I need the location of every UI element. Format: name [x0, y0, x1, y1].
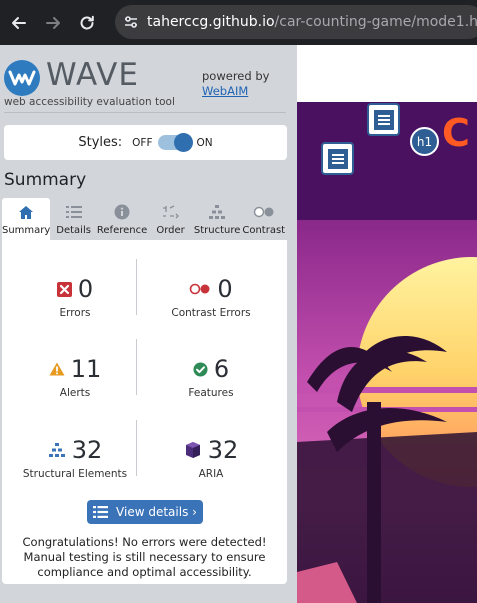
summary-title: Summary [4, 170, 87, 190]
errors-label: Errors [59, 307, 91, 319]
contrast-errors-stat[interactable]: 0 Contrast Errors [138, 274, 284, 319]
view-details-label: View details › [116, 505, 197, 519]
url-path: /car-counting-game/mode1.html [274, 14, 477, 30]
tab-label: Summary [2, 225, 51, 236]
tab-label: Structure [193, 225, 241, 236]
back-arrow-icon [12, 16, 26, 29]
list-icon [93, 506, 109, 518]
info-icon [114, 204, 130, 220]
alerts-stat[interactable]: 11 Alerts [10, 354, 140, 399]
view-details-button[interactable]: View details › [87, 500, 203, 524]
wave-tabs: Summary Details Reference Order Structur… [2, 198, 287, 240]
synthwave-background [297, 102, 477, 603]
structural-label: Structural Elements [22, 468, 128, 480]
heading-h1-badge[interactable]: h1 [410, 127, 439, 156]
wave-sidebar: WAVE web accessibility evaluation tool p… [0, 45, 297, 603]
site-settings-button[interactable] [123, 10, 139, 34]
forward-arrow-icon [46, 16, 60, 29]
aria-count: 32 [207, 436, 239, 464]
aria-label: ARIA [198, 468, 224, 480]
back-button[interactable] [2, 6, 36, 40]
aria-stat[interactable]: 32 ARIA [138, 435, 284, 480]
browser-toolbar: taherccg.github.io/car-counting-game/mod… [0, 0, 477, 45]
tab-order[interactable]: Order [147, 198, 194, 240]
list-icon [65, 206, 82, 218]
contrast-errors-count: 0 [217, 275, 233, 303]
wave-logo-icon [4, 60, 40, 96]
tab-reference[interactable]: Reference [97, 198, 147, 240]
feature-check-icon [193, 362, 208, 376]
alert-icon [49, 362, 65, 376]
reload-icon [80, 15, 94, 29]
errors-count: 0 [77, 275, 94, 303]
aria-cube-icon [185, 442, 200, 458]
features-stat[interactable]: 6 Features [138, 354, 284, 399]
contrast-icon [253, 206, 274, 218]
address-bar[interactable]: taherccg.github.io/car-counting-game/mod… [115, 5, 477, 39]
structural-count: 32 [71, 436, 103, 464]
list-icon [327, 148, 348, 169]
toggle-knob [173, 133, 193, 152]
list-icon [373, 109, 394, 130]
synthwave-scene [297, 102, 477, 603]
wave-logo-subtitle: web accessibility evaluation tool [4, 96, 175, 108]
features-count: 6 [213, 355, 230, 383]
contrast-errors-label: Contrast Errors [171, 307, 251, 319]
url-host: taherccg.github.io [147, 14, 275, 30]
congrats-message: Congratulations! No errors were detected… [22, 535, 267, 579]
tab-summary[interactable]: Summary [2, 198, 51, 240]
summary-panel: 0 Errors 0 Contrast Errors 11 Alerts 6 F… [2, 240, 287, 584]
styles-toggle[interactable] [157, 133, 193, 152]
error-icon [56, 281, 72, 297]
styles-toggle-box: Styles: OFF ON [4, 125, 287, 160]
styles-off-label: OFF [132, 136, 153, 149]
webaim-link[interactable]: WebAIM [202, 84, 248, 98]
errors-stat[interactable]: 0 Errors [10, 274, 140, 319]
alerts-label: Alerts [59, 387, 91, 399]
reload-button[interactable] [70, 6, 104, 40]
home-icon [19, 205, 34, 219]
powered-by-label: powered by [202, 69, 270, 83]
styles-on-label: ON [196, 136, 213, 149]
page-title-fragment: C [442, 111, 470, 155]
tab-structure[interactable]: Structure [194, 198, 241, 240]
structure-icon [209, 205, 226, 219]
tab-details[interactable]: Details [50, 198, 97, 240]
features-label: Features [188, 387, 234, 399]
alerts-count: 11 [70, 355, 102, 383]
web-page-content: h1 C [297, 45, 477, 603]
tab-contrast[interactable]: Contrast [240, 198, 287, 240]
tab-label: Details [56, 225, 91, 236]
tab-label: Contrast [242, 225, 286, 236]
forward-button[interactable] [36, 6, 70, 40]
structure-list-badge[interactable] [367, 103, 400, 136]
contrast-error-icon [190, 283, 210, 295]
tab-label: Reference [96, 225, 148, 236]
styles-label: Styles: [78, 135, 123, 150]
structure-icon [48, 443, 65, 457]
structure-list-badge[interactable] [321, 142, 354, 175]
wave-logo-text: WAVE [46, 57, 139, 93]
order-icon [162, 205, 179, 219]
structural-stat[interactable]: 32 Structural Elements [10, 435, 140, 480]
page-top-strip [297, 45, 477, 102]
tab-label: Order [156, 225, 185, 236]
header-divider [4, 112, 286, 113]
tune-icon [125, 16, 137, 28]
wave-header: WAVE web accessibility evaluation tool p… [0, 45, 297, 113]
